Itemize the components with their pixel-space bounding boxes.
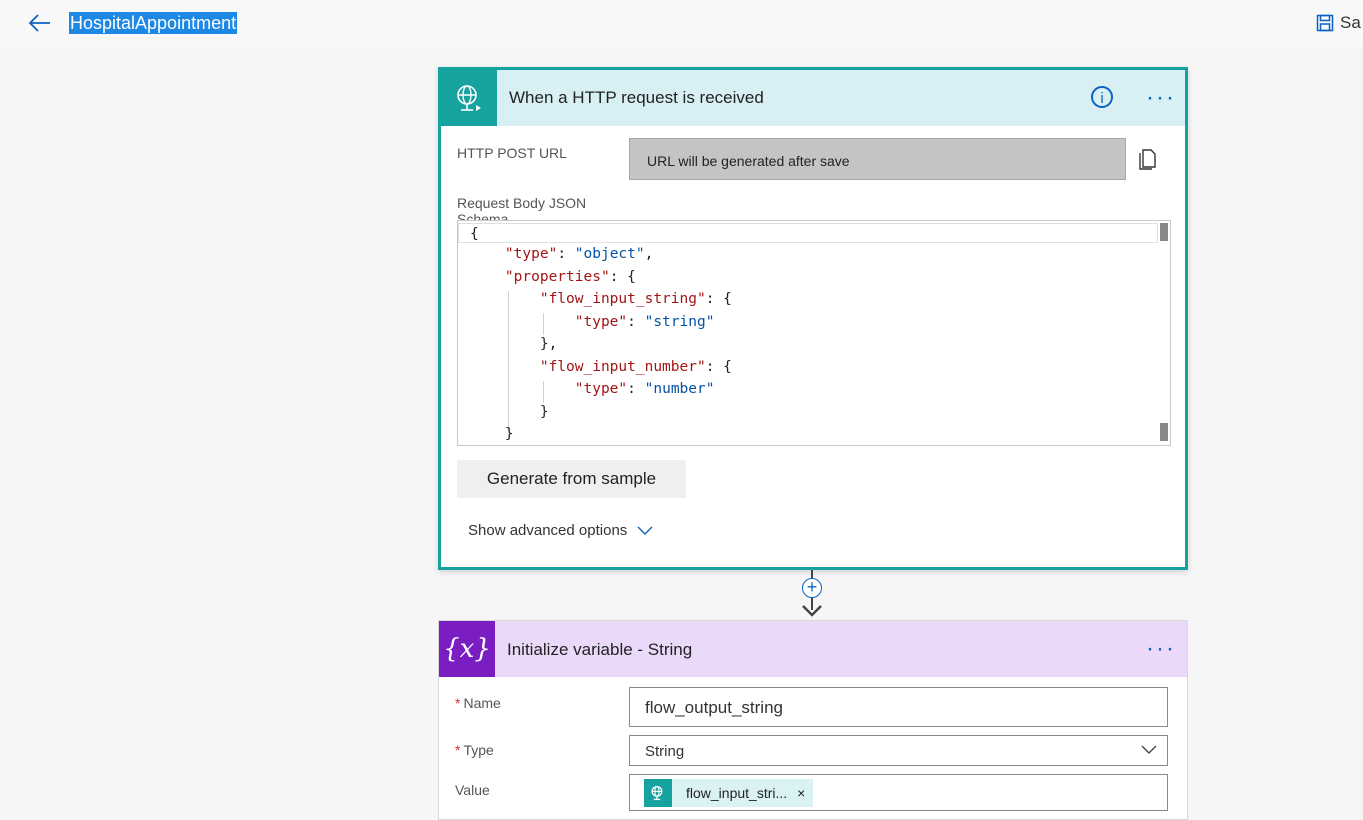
http-request-icon	[644, 779, 672, 807]
top-bar: HospitalAppointment Sa	[0, 0, 1363, 46]
code-line-7: "flow_input_number": {	[539, 359, 732, 375]
post-url-label: HTTP POST URL	[457, 145, 567, 161]
scroll-thumb-top[interactable]	[1160, 223, 1168, 241]
back-arrow-icon[interactable]	[26, 10, 52, 36]
value-label: Value	[455, 782, 490, 798]
http-trigger-header[interactable]: When a HTTP request is received i ···	[441, 70, 1185, 126]
info-icon[interactable]: i	[1091, 86, 1113, 108]
schema-label: Request Body JSON	[457, 195, 587, 211]
token-label: flow_input_stri...	[686, 785, 788, 801]
schema-label-continued: Schema	[457, 211, 509, 220]
required-mark: *	[455, 742, 461, 758]
initialize-variable-title: Initialize variable - String	[507, 640, 693, 659]
arrow-down-icon	[802, 605, 822, 617]
code-line-9: }	[470, 404, 549, 420]
more-options-icon[interactable]: ···	[1146, 637, 1176, 661]
variable-value-input[interactable]: flow_input_stri... ×	[629, 774, 1168, 811]
code-line-1: {	[470, 226, 479, 242]
generate-from-sample-button[interactable]: Generate from sample	[457, 460, 686, 498]
code-line-10: }	[470, 426, 514, 442]
advanced-options-label: Show advanced options	[468, 522, 628, 539]
show-advanced-options-toggle[interactable]: Show advanced options	[468, 522, 653, 539]
dynamic-content-token[interactable]: flow_input_stri... ×	[644, 779, 814, 807]
http-trigger-title: When a HTTP request is received	[509, 88, 764, 107]
variable-name-input[interactable]: flow_output_string	[629, 687, 1168, 727]
current-line-highlight	[458, 223, 1158, 243]
code-line-5: "type": "string"	[574, 314, 715, 330]
http-request-icon	[441, 70, 497, 126]
save-icon	[1316, 14, 1334, 32]
code-line-3: "properties": {	[504, 269, 636, 285]
save-button[interactable]: Sa	[1316, 12, 1361, 34]
chevron-down-icon	[637, 526, 653, 535]
initialize-variable-card: {x} Initialize variable - String ··· * Na…	[438, 620, 1188, 820]
code-line-8: "type": "number"	[574, 381, 715, 397]
scroll-thumb-bottom[interactable]	[1160, 423, 1168, 441]
save-label: Sa	[1340, 13, 1361, 32]
flow-name-field[interactable]: HospitalAppointment	[69, 12, 238, 34]
code-line-4: "flow_input_string": {	[539, 291, 732, 307]
name-label: * Name	[455, 695, 501, 711]
remove-token-icon[interactable]: ×	[797, 785, 813, 801]
post-url-field: URL will be generated after save	[629, 138, 1126, 180]
variable-type-select[interactable]: String	[629, 735, 1168, 766]
more-options-icon[interactable]: ···	[1146, 86, 1176, 110]
code-line-6: },	[470, 336, 558, 352]
add-step-button[interactable]: +	[802, 578, 822, 598]
variable-type-value: String	[645, 743, 685, 760]
editor-scrollbar[interactable]	[1158, 221, 1170, 445]
schema-editor[interactable]: { "type": "object", "properties": { "flo…	[457, 220, 1171, 446]
required-mark: *	[455, 695, 461, 711]
code-line-2: "type": "object",	[504, 246, 654, 262]
http-trigger-card: When a HTTP request is received i ··· HT…	[438, 67, 1188, 570]
chevron-down-icon	[1141, 745, 1157, 754]
variable-icon: {x}	[439, 621, 495, 677]
initialize-variable-header[interactable]: {x} Initialize variable - String ···	[439, 621, 1187, 677]
copy-icon[interactable]	[1137, 146, 1159, 170]
type-label: * Type	[455, 742, 494, 758]
